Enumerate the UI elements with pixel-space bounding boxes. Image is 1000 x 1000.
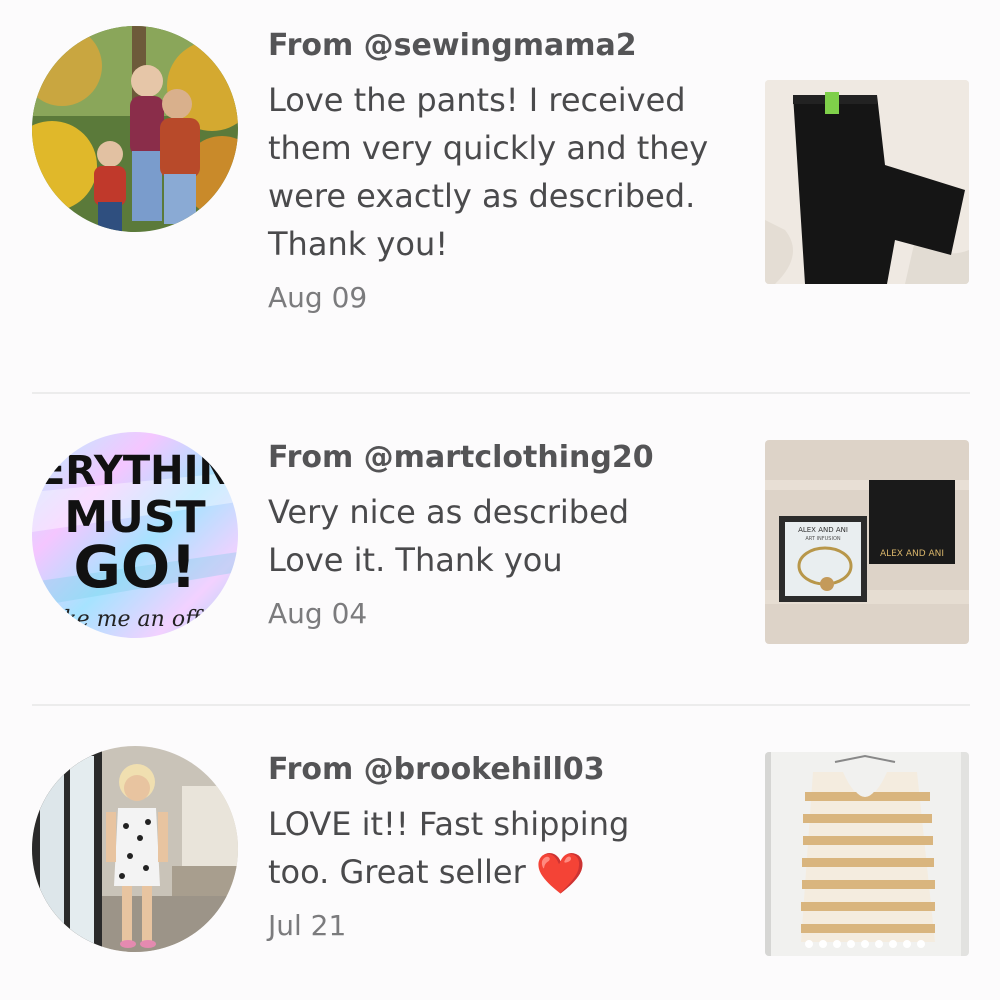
- item-thumbnail[interactable]: [765, 80, 969, 284]
- review-text: Love the pants! I received them very qui…: [268, 81, 709, 263]
- avatar[interactable]: [32, 26, 238, 232]
- item-thumbnail[interactable]: [765, 752, 969, 956]
- review-date: Jul 21: [268, 909, 347, 942]
- svg-text:ALEX AND ANI: ALEX AND ANI: [880, 549, 944, 559]
- review-text-block: From @brookehill03 LOVE it!! Fast shippi…: [268, 750, 738, 944]
- item-thumbnail[interactable]: ALEX AND ANI ALEX AND ANI ART INFUSION: [765, 440, 969, 644]
- svg-text:ART INFUSION: ART INFUSION: [805, 536, 841, 542]
- review-date: Aug 09: [268, 281, 368, 314]
- reviewer-username[interactable]: From @martclothing20: [268, 438, 738, 478]
- review-text: Very nice as described Love it. Thank yo…: [268, 493, 630, 579]
- family-photo-icon: [32, 26, 238, 232]
- striped-tank-photo-icon: [765, 752, 969, 956]
- review-text-block: From @sewingmama2 Love the pants! I rece…: [268, 26, 738, 316]
- reviewer-username[interactable]: From @brookehill03: [268, 750, 738, 790]
- review-text-block: From @martclothing20 Very nice as descri…: [268, 438, 738, 632]
- review-date: Aug 04: [268, 597, 368, 630]
- svg-text:ALEX AND ANI: ALEX AND ANI: [798, 526, 848, 534]
- svg-text:GO!: GO!: [73, 533, 196, 601]
- svg-text:ke me an off: ke me an off: [63, 607, 204, 632]
- black-pants-photo-icon: [765, 80, 969, 284]
- woman-photo-icon: [32, 746, 238, 952]
- divider: [32, 704, 970, 706]
- divider: [32, 392, 970, 394]
- avatar[interactable]: [32, 746, 238, 952]
- heart-icon: ❤️: [535, 851, 586, 897]
- bracelet-box-photo-icon: ALEX AND ANI ALEX AND ANI ART INFUSION: [765, 440, 969, 644]
- svg-text:ERYTHIN: ERYTHIN: [38, 448, 232, 494]
- review-text: LOVE it!! Fast shipping too. Great selle…: [268, 800, 688, 896]
- reviews-list: From @sewingmama2 Love the pants! I rece…: [0, 0, 1000, 1000]
- avatar[interactable]: ERYTHIN MUST GO! ke me an off: [32, 432, 238, 638]
- everything-must-go-logo-icon: ERYTHIN MUST GO! ke me an off: [32, 432, 238, 638]
- reviewer-username[interactable]: From @sewingmama2: [268, 26, 738, 66]
